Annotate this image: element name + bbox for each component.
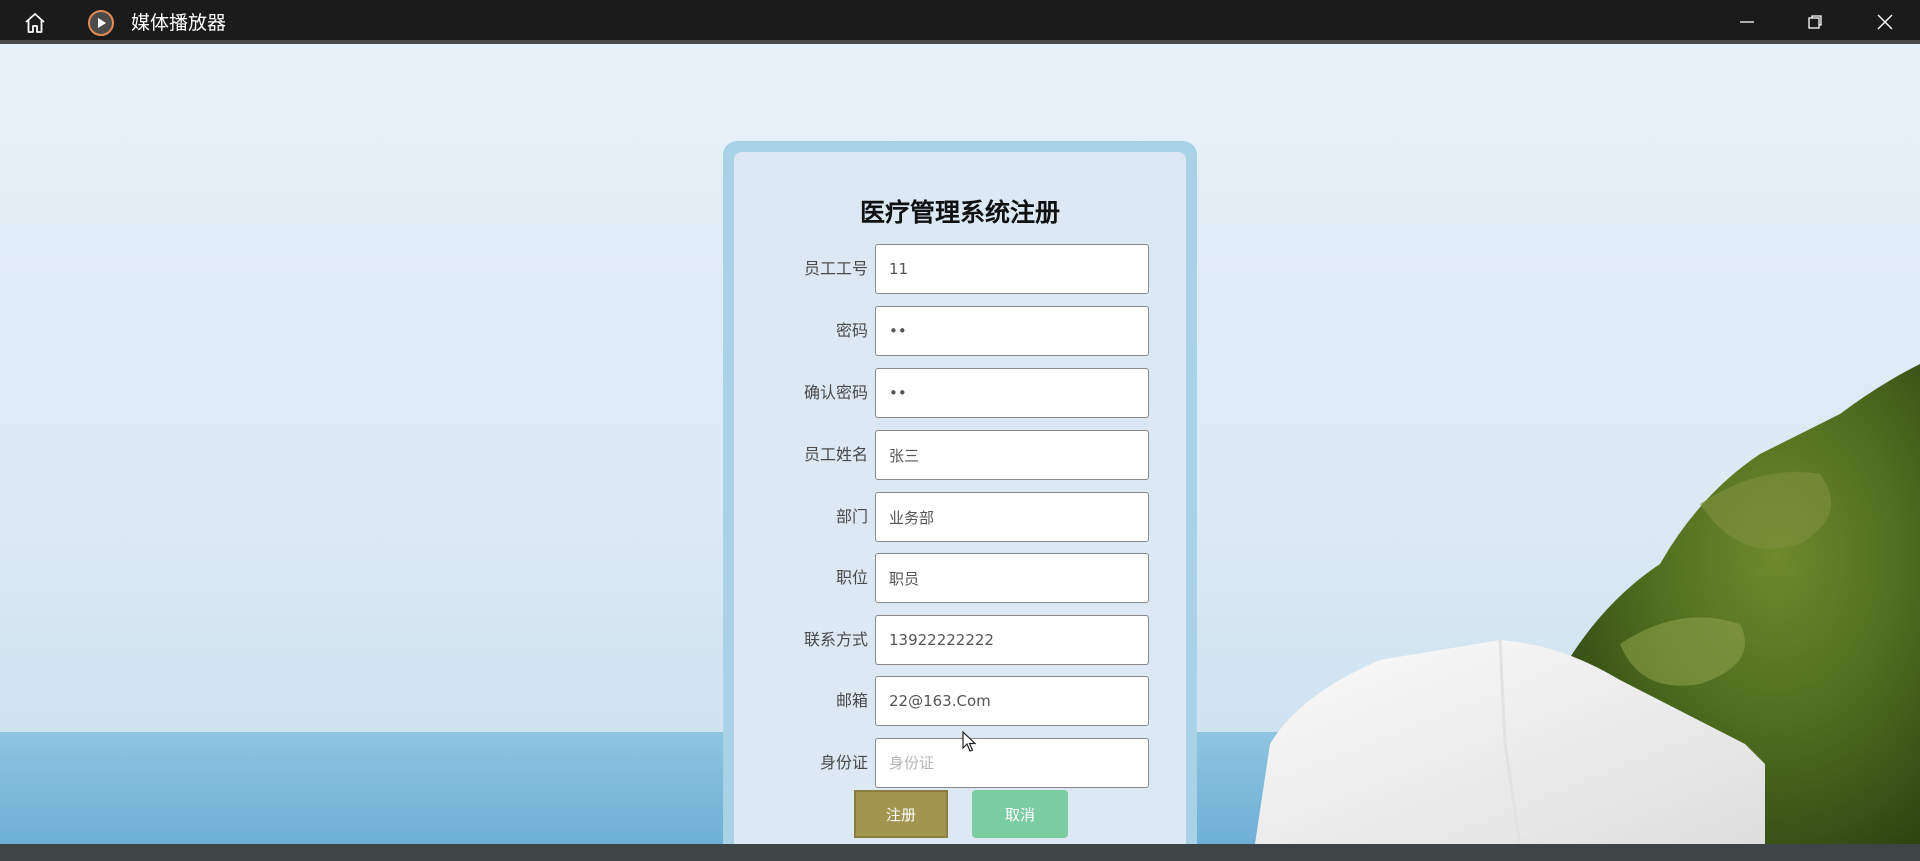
register-button[interactable]: 注册: [854, 790, 948, 838]
media-player-icon: [88, 10, 114, 36]
close-button[interactable]: [1862, 4, 1908, 40]
window-title: 媒体播放器: [131, 12, 227, 34]
title-bar: 媒体播放器: [0, 0, 1920, 44]
contact-label: 联系方式: [803, 630, 868, 649]
registration-card: 医疗管理系统注册 员工工号 密码 确认密码 员工姓名 部门: [734, 152, 1186, 861]
id-card-label: 身份证: [819, 753, 868, 772]
media-player-window: 媒体播放器 医疗管理系统注册 员工工号 11 密码 •• 确认密码 •• 员工姓…: [0, 0, 1920, 861]
employee-id-input[interactable]: [875, 244, 1149, 294]
position-input[interactable]: [875, 553, 1149, 603]
field-row-employee-name: 员工姓名: [734, 430, 1186, 480]
minimize-icon: [1740, 21, 1754, 23]
employee-name-label: 员工姓名: [803, 445, 868, 464]
field-row-department: 部门: [734, 492, 1186, 542]
position-label: 职位: [835, 568, 868, 587]
field-row-email: 邮箱: [734, 676, 1186, 726]
home-icon: [25, 13, 45, 33]
department-input[interactable]: [875, 492, 1149, 542]
field-row-password: 密码: [734, 306, 1186, 356]
form-title: 医疗管理系统注册: [859, 198, 1060, 227]
employee-name-input[interactable]: [875, 430, 1149, 480]
field-row-contact: 联系方式: [734, 615, 1186, 665]
id-card-input[interactable]: [875, 738, 1149, 788]
bottom-control-bar: [0, 844, 1920, 861]
registration-card-border: 医疗管理系统注册 员工工号 密码 确认密码 员工姓名 部门: [723, 141, 1197, 861]
field-row-position: 职位: [734, 553, 1186, 603]
close-icon: [1877, 14, 1893, 30]
restore-icon: [1808, 15, 1822, 29]
field-row-confirm-password: 确认密码: [734, 368, 1186, 418]
home-button[interactable]: [20, 9, 50, 37]
password-input[interactable]: [875, 306, 1149, 356]
restore-button[interactable]: [1792, 4, 1838, 40]
password-label: 密码: [835, 321, 868, 340]
field-row-employee-id: 员工工号: [734, 244, 1186, 294]
minimize-button[interactable]: [1724, 4, 1770, 40]
confirm-password-input[interactable]: [875, 368, 1149, 418]
department-label: 部门: [835, 507, 868, 526]
mouse-pointer-icon: [962, 731, 977, 752]
confirm-password-label: 确认密码: [803, 383, 868, 402]
email-label: 邮箱: [835, 691, 868, 710]
contact-input[interactable]: [875, 615, 1149, 665]
email-input[interactable]: [875, 676, 1149, 726]
employee-id-label: 员工工号: [803, 259, 868, 278]
cancel-button[interactable]: 取消: [972, 790, 1068, 838]
field-row-id-card: 身份证: [734, 738, 1186, 788]
